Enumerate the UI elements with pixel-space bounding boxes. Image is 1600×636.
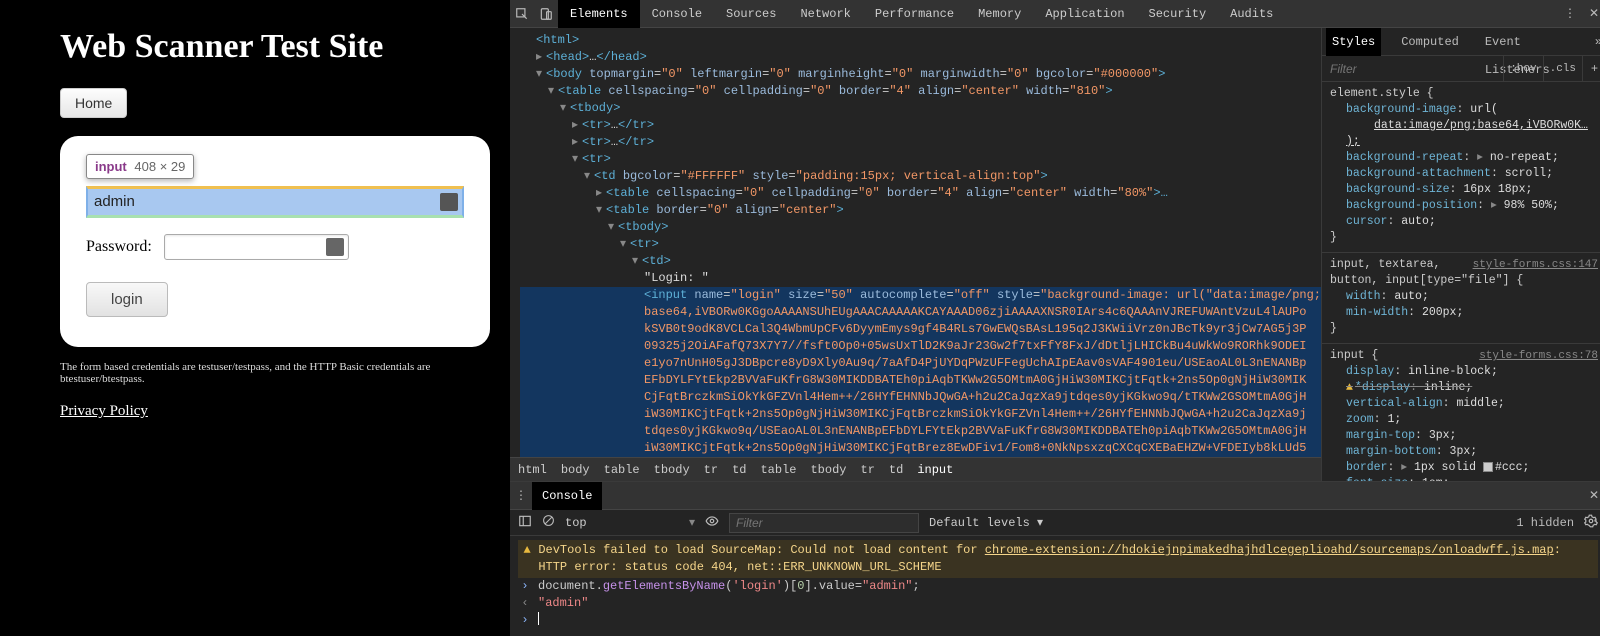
devtools: ElementsConsoleSourcesNetworkPerformance…	[510, 0, 1600, 636]
styles-panel: Styles Computed Event Listeners » :hov .cl…	[1321, 28, 1600, 481]
elements-panel: <html>▸<head>…</head>▾<body topmargin="0…	[510, 28, 1321, 481]
tooltip-tag: input	[95, 159, 127, 174]
breadcrumb-td-9[interactable]: td	[889, 463, 903, 477]
devtools-tab-sources[interactable]: Sources	[714, 0, 788, 28]
prompt-in-icon: ›	[518, 612, 532, 629]
inspector-tooltip: input 408 × 29	[86, 154, 194, 179]
breadcrumb-tr-8[interactable]: tr	[861, 463, 875, 477]
devtools-tabbar: ElementsConsoleSourcesNetworkPerformance…	[510, 0, 1600, 28]
drawer-menu-icon[interactable]: ⋮	[510, 488, 532, 503]
drawer-close-icon[interactable]: ✕	[1582, 488, 1600, 503]
login-button[interactable]: login	[86, 282, 168, 317]
credentials-note: The form based credentials are testuser/…	[60, 361, 490, 385]
breadcrumb-html-0[interactable]: html	[518, 463, 547, 477]
new-rule-icon[interactable]: +	[1582, 56, 1600, 82]
styles-tab-styles[interactable]: Styles	[1326, 28, 1381, 56]
password-manager-icon[interactable]	[440, 193, 458, 211]
style-rule[interactable]: element.style {background-image: url(dat…	[1322, 82, 1600, 253]
devtools-close-icon[interactable]: ✕	[1582, 6, 1600, 21]
inspect-icon[interactable]	[510, 7, 534, 21]
rendered-page: Web Scanner Test Site Home input 408 × 2…	[0, 0, 510, 636]
password-label: Password:	[86, 238, 152, 256]
device-toggle-icon[interactable]	[534, 7, 558, 21]
rule-source-link[interactable]: style-forms.css:147	[1473, 257, 1598, 273]
styles-tabbar: Styles Computed Event Listeners »	[1322, 28, 1600, 56]
chevron-down-icon: ▾	[689, 515, 695, 530]
prompt-out-icon: ‹	[518, 595, 532, 612]
dom-tree[interactable]: <html>▸<head>…</head>▾<body topmargin="0…	[510, 28, 1321, 457]
console-drawer: ⋮ Console ✕ top ▾ Default levels ▾ 1 hid…	[510, 481, 1600, 636]
clear-console-icon[interactable]	[542, 514, 555, 531]
log-levels[interactable]: Default levels ▾	[929, 515, 1043, 530]
hidden-count[interactable]: 1 hidden	[1516, 516, 1574, 530]
devtools-tab-audits[interactable]: Audits	[1218, 0, 1285, 28]
devtools-tab-memory[interactable]: Memory	[966, 0, 1033, 28]
cls-toggle[interactable]: .cls	[1543, 56, 1582, 82]
devtools-tab-security[interactable]: Security	[1137, 0, 1219, 28]
breadcrumb-body-1[interactable]: body	[561, 463, 590, 477]
rule-source-link[interactable]: style-forms.css:78	[1479, 348, 1598, 364]
console-input-line: › document.getElementsByName('login')[0]…	[518, 578, 1598, 595]
style-rule[interactable]: style-forms.css:147input, textarea, butt…	[1322, 253, 1600, 344]
login-card: input 408 × 29 admin Password: login	[60, 136, 490, 347]
console-filter-input[interactable]	[729, 513, 919, 533]
console-output[interactable]: ▲ DevTools failed to load SourceMap: Cou…	[510, 536, 1600, 636]
devtools-tab-console[interactable]: Console	[640, 0, 714, 28]
console-settings-icon[interactable]	[1584, 514, 1598, 532]
drawer-tab-console[interactable]: Console	[532, 482, 602, 510]
chevron-down-icon: ▾	[1037, 516, 1043, 530]
cursor	[538, 612, 539, 625]
hov-toggle[interactable]: :hov	[1503, 56, 1542, 82]
styles-filter-input[interactable]	[1322, 62, 1503, 76]
devtools-tab-network[interactable]: Network	[788, 0, 862, 28]
console-context[interactable]: top ▾	[565, 515, 695, 530]
breadcrumb-tbody-3[interactable]: tbody	[654, 463, 690, 477]
tooltip-dimensions: 408 × 29	[134, 159, 185, 174]
styles-more-icon[interactable]: »	[1595, 35, 1600, 49]
prompt-in-icon: ›	[518, 578, 532, 595]
console-sidebar-icon[interactable]	[518, 514, 532, 532]
breadcrumb[interactable]: htmlbodytabletbodytrtdtabletbodytrtdinpu…	[510, 457, 1321, 481]
console-output-line: ‹ "admin"	[518, 595, 1598, 612]
style-rule[interactable]: style-forms.css:78input {display: inline…	[1322, 344, 1600, 481]
devtools-tab-elements[interactable]: Elements	[558, 0, 640, 28]
console-warning: ▲ DevTools failed to load SourceMap: Cou…	[518, 540, 1598, 578]
breadcrumb-table-6[interactable]: table	[760, 463, 796, 477]
warning-icon: ▲	[522, 542, 532, 576]
password-input[interactable]	[164, 234, 349, 260]
page-title: Web Scanner Test Site	[60, 28, 490, 66]
privacy-link[interactable]: Privacy Policy	[60, 403, 148, 420]
breadcrumb-tr-4[interactable]: tr	[704, 463, 718, 477]
styles-tab-computed[interactable]: Computed	[1395, 28, 1465, 56]
devtools-tab-performance[interactable]: Performance	[863, 0, 966, 28]
devtools-tab-application[interactable]: Application	[1033, 0, 1136, 28]
breadcrumb-table-2[interactable]: table	[604, 463, 640, 477]
login-field-highlight: admin	[86, 186, 464, 218]
home-button[interactable]: Home	[60, 88, 127, 118]
breadcrumb-tbody-7[interactable]: tbody	[810, 463, 846, 477]
login-input[interactable]: admin	[86, 186, 464, 218]
devtools-menu-icon[interactable]: ⋮	[1558, 6, 1582, 21]
live-expression-icon[interactable]	[705, 514, 719, 532]
login-input-value: admin	[94, 193, 135, 210]
breadcrumb-input-10[interactable]: input	[917, 463, 953, 477]
console-prompt[interactable]: ›	[518, 612, 1598, 629]
style-rules[interactable]: element.style {background-image: url(dat…	[1322, 82, 1600, 481]
keyboard-icon[interactable]	[326, 238, 344, 256]
breadcrumb-td-5[interactable]: td	[732, 463, 746, 477]
styles-tab-event-listeners[interactable]: Event Listeners	[1479, 28, 1581, 56]
sourcemap-url[interactable]: chrome-extension://hdokiejnpimakedhajhdl…	[985, 543, 1554, 557]
